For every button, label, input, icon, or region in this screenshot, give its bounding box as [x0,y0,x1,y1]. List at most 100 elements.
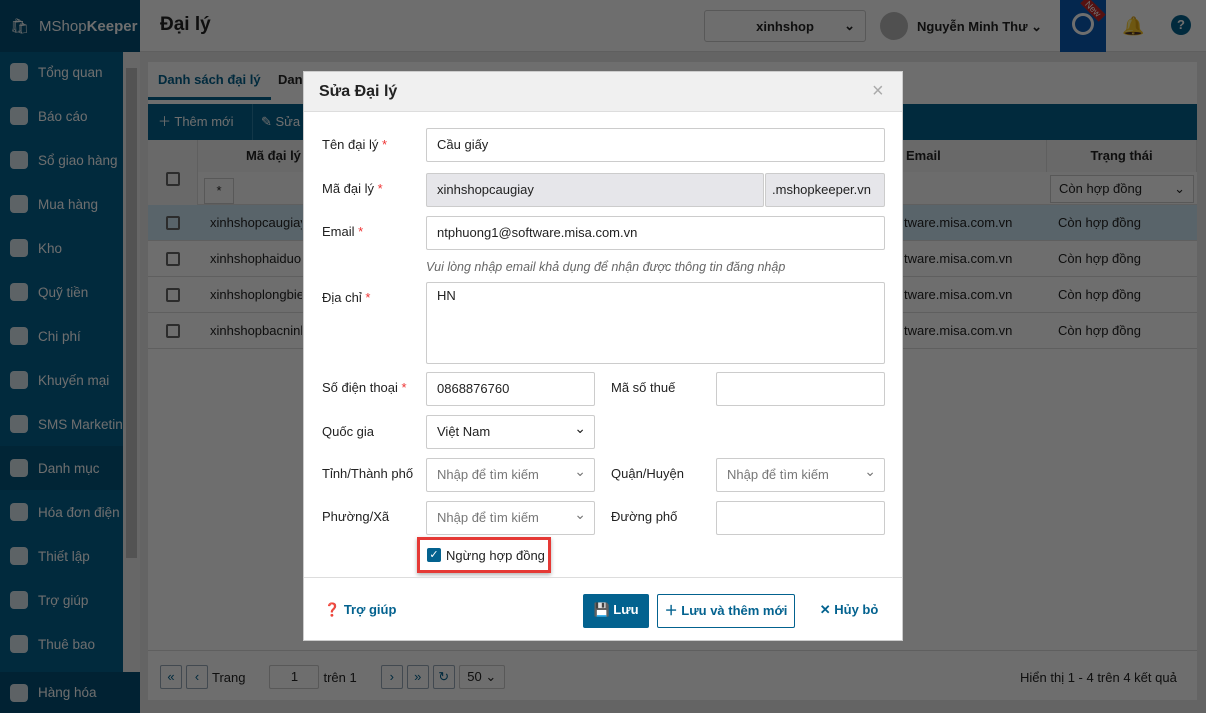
code-suffix: .mshopkeeper.vn [765,173,885,207]
column-header-status-label: Trạng thái [1090,148,1153,163]
bell-icon[interactable]: 🔔 [1122,16,1144,37]
address-textarea[interactable]: HN [426,282,885,364]
sidebar-item[interactable]: Tổng quan [0,50,123,94]
name-label: Tên đại lý * [322,137,387,152]
row-checkbox[interactable] [166,216,180,230]
sidebar-item-label: Quỹ tiền [38,284,89,300]
tab-agent-list[interactable]: Danh sách đại lý [148,62,271,100]
phone-label: Số điện thoại * [322,380,407,395]
cell-code: xinhshopbacninh [210,323,302,338]
row-checkbox[interactable] [166,252,180,266]
sidebar-item[interactable]: Báo cáo [0,94,123,138]
sidebar-item-label: Hàng hóa [38,685,97,700]
filter-operator[interactable]: * [204,178,234,204]
select-all-checkbox[interactable] [166,172,180,186]
sidebar-item[interactable]: Hàng hóa [0,672,140,713]
sidebar-item[interactable]: Hóa đơn điện tử [0,490,123,534]
plus-icon: ＋ [664,603,678,618]
select-all-header [148,140,198,205]
page-label: Trang [212,669,246,685]
shop-bag-icon: 🛍 [10,18,30,35]
ward-select[interactable]: Nhập để tìm kiếm [426,498,595,535]
column-header-email-label: Email [906,148,941,163]
cancel-button[interactable]: ✕ Hủy bỏ [809,594,889,628]
code-label: Mã đại lý * [322,181,383,196]
first-page-button[interactable]: « [160,665,182,689]
dialog-title: Sửa Đại lý [319,83,398,100]
edit-button[interactable]: ✎ Sửa [252,104,302,140]
last-page-button[interactable]: » [406,665,429,689]
sidebar-item-label: Mua hàng [38,196,99,212]
next-page-button[interactable]: › [380,665,403,689]
chevron-down-icon: ⌄ [844,18,855,33]
save-and-new-label: Lưu và thêm mới [681,603,788,618]
email-input[interactable]: ntphuong1@software.misa.com.vn [426,216,885,250]
avatar[interactable] [880,12,908,40]
sidebar-item[interactable]: Thuê bao [0,622,123,666]
menu-icon [10,415,28,433]
phone-label-text: Số điện thoại [322,380,398,395]
province-label: Tỉnh/Thành phố [322,466,414,481]
street-input[interactable] [716,501,885,535]
sidebar-item[interactable]: Kho [0,226,123,270]
user-menu[interactable]: Nguyễn Minh Thư ⌄ [917,19,1042,35]
menu-icon [10,151,28,169]
menu-icon [10,503,28,521]
code-input[interactable]: xinhshopcaugiay [426,173,764,207]
row-checkbox[interactable] [166,324,180,338]
code-label-text: Mã đại lý [322,181,375,196]
stop-contract-checkbox[interactable]: ✓ [427,548,441,562]
sidebar-item[interactable]: SMS Marketing [0,402,123,446]
help-icon[interactable]: ? [1171,15,1191,35]
district-select[interactable]: Nhập để tìm kiếm [716,455,885,492]
help-button[interactable]: ❓ Trợ giúp [324,594,396,628]
sidebar-item[interactable]: Trợ giúp [0,578,123,622]
phone-input[interactable]: 0868876760 [426,372,595,406]
page-input[interactable]: 1 [269,665,320,689]
logo-text-bold: Keeper [86,17,138,35]
address-label: Địa chỉ * [322,290,370,305]
sidebar-item-label: Sổ giao hàng [38,152,118,168]
sidebar-item[interactable]: Mua hàng [0,182,123,226]
save-button[interactable]: 💾 Lưu [583,594,649,628]
sidebar-item[interactable]: Khuyến mại [0,358,123,402]
sidebar-item-label: Thuê bao [38,636,96,652]
add-button[interactable]: ＋ Thêm mới [158,104,233,140]
row-checkbox[interactable] [166,288,180,302]
shop-select[interactable]: xinhshop ⌄ [704,10,866,42]
sidebar-item-label: Báo cáo [38,108,88,124]
call-button[interactable]: New [1060,0,1106,52]
page-of-label: trên 1 [323,669,357,685]
sidebar-item[interactable]: Quỹ tiền [0,270,123,314]
cell-code: xinhshophaiduon [210,251,302,266]
save-and-new-button[interactable]: ＋ Lưu và thêm mới [657,594,795,628]
sidebar-item[interactable]: Chi phí [0,314,123,358]
status-filter-select[interactable]: Còn hợp đồng ⌄ [1050,175,1194,203]
column-header-status[interactable]: Trạng thái [1047,140,1197,172]
name-input[interactable]: Cầu giấy [426,128,885,162]
cell-status: Còn hợp đồng [1058,323,1141,338]
page-size-select[interactable]: 50 ⌄ [458,665,505,689]
chevron-down-icon: ⌄ [1031,19,1043,34]
sidebar-item-label: Danh mục [38,460,100,476]
close-icon[interactable]: × [872,80,884,103]
sidebar-scroll-thumb[interactable] [126,68,137,558]
province-select[interactable]: Nhập để tìm kiếm [426,455,595,492]
cell-email: tware.misa.com.vn [904,215,1013,230]
phone-icon [1072,13,1094,35]
tab-second[interactable]: Danh [268,62,303,100]
tax-input[interactable] [716,372,885,406]
cell-status: Còn hợp đồng [1058,287,1141,302]
sidebar-item[interactable]: Sổ giao hàng [0,138,123,182]
sidebar-item[interactable]: Thiết lập [0,534,123,578]
logo-text: MShop [39,17,87,35]
prev-page-button[interactable]: ‹ [186,665,208,689]
required-mark: * [358,224,364,239]
sidebar-item[interactable]: Danh mục [0,446,123,490]
country-select[interactable]: Việt Nam [426,412,595,449]
refresh-icon[interactable]: ↻ [432,665,455,689]
logo[interactable]: 🛍 MShopKeeper [0,0,140,52]
street-label: Đường phố [611,509,678,524]
cell-email: tware.misa.com.vn [904,287,1013,302]
stop-contract-option[interactable]: ✓ Ngừng hợp đồng [417,537,551,573]
